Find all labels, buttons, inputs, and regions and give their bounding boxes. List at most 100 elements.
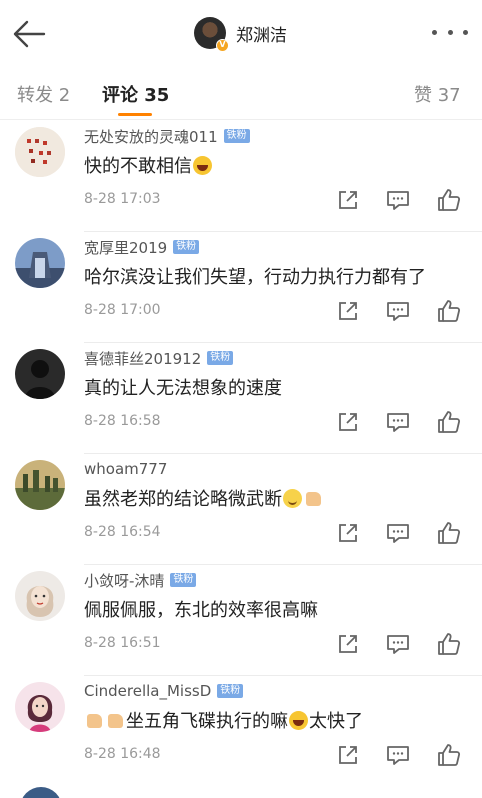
thumbs-up-emoji-icon — [85, 711, 104, 730]
comment-time: 8-28 16:54 — [84, 524, 161, 540]
thumb-shape — [87, 713, 102, 728]
username[interactable]: 喜德菲丝201912 — [84, 348, 201, 369]
fan-badge: 铁粉 — [217, 684, 244, 698]
tab-likes[interactable]: 赞 37 — [414, 81, 461, 107]
share-icon — [339, 302, 357, 320]
like-button[interactable] — [436, 631, 462, 657]
like-button[interactable] — [436, 187, 462, 213]
next-avatar-partial — [20, 787, 62, 798]
verified-badge: V — [216, 39, 229, 52]
thumbs-up-icon — [438, 300, 461, 322]
avatar[interactable] — [15, 682, 65, 732]
comment-icon — [387, 746, 409, 765]
username[interactable]: 小敛呀-沐晴 — [84, 570, 164, 591]
comment-item: 喜德菲丝201912 铁粉 真的让人无法想象的速度 8-28 16:58 — [0, 343, 482, 454]
like-button[interactable] — [436, 298, 462, 324]
thumbs-up-emoji-icon — [304, 489, 323, 508]
laugh-emoji-icon — [193, 155, 212, 175]
comment-item: Cinderella_MissD 铁粉 坐五角飞碟执行的嘛 太快了 8-28 1… — [0, 676, 482, 787]
like-button[interactable] — [436, 742, 462, 768]
comment-body: 真的让人无法想象的速度 — [84, 378, 282, 399]
comment-body: 虽然老郑的结论略微武断 — [84, 489, 282, 510]
thumbs-up-icon — [438, 189, 461, 211]
username[interactable]: 宽厚里2019 — [84, 237, 167, 258]
comment-time: 8-28 16:51 — [84, 635, 161, 651]
avatar-image — [15, 571, 65, 621]
share-button[interactable] — [335, 742, 361, 768]
thumb-shape — [108, 713, 123, 728]
username[interactable]: Cinderella_MissD — [84, 682, 211, 700]
post-author[interactable]: V 郑渊洁 — [194, 15, 287, 52]
like-button[interactable] — [436, 520, 462, 546]
comment-item: whoam777 虽然老郑的结论略微武断 8-28 16:54 — [0, 454, 482, 565]
thumb-shape — [306, 491, 321, 506]
comment-time: 8-28 16:48 — [84, 746, 161, 762]
avatar[interactable] — [15, 571, 65, 621]
more-dot — [463, 29, 468, 35]
share-button[interactable] — [335, 298, 361, 324]
comment-icon — [387, 635, 409, 654]
tab-bar: 转发 2 评论 35 赞 37 — [0, 66, 482, 120]
author-avatar[interactable]: V — [194, 17, 229, 52]
smile-emoji-icon — [283, 488, 302, 508]
reply-button[interactable] — [385, 298, 411, 324]
share-button[interactable] — [335, 409, 361, 435]
comment-body: 哈尔滨没让我们失望，行动力执行力都有了 — [84, 267, 426, 288]
thumbs-up-icon — [438, 633, 461, 655]
comment-text: 虽然老郑的结论略微武断 — [84, 485, 324, 511]
fan-badge: 铁粉 — [207, 351, 234, 365]
thumbs-up-icon — [438, 411, 461, 433]
avatar[interactable] — [15, 349, 65, 399]
share-icon — [339, 746, 357, 764]
more-dot — [447, 29, 453, 35]
username[interactable]: whoam777 — [84, 460, 167, 478]
comment-text: 真的让人无法想象的速度 — [84, 374, 282, 400]
comment-text: 坐五角飞碟执行的嘛 太快了 — [84, 707, 363, 733]
avatar[interactable] — [15, 238, 65, 288]
comment-item: 无处安放的灵魂011 铁粉 快的不敢相信 8-28 17:03 — [0, 121, 482, 232]
tab-comments[interactable]: 评论 35 — [102, 81, 169, 107]
comment-item: 小敛呀-沐晴 铁粉 佩服佩服，东北的效率很高嘛 8-28 16:51 — [0, 565, 482, 676]
comment-body: 坐五角飞碟执行的嘛 — [126, 711, 288, 732]
comment-item: 宽厚里2019 铁粉 哈尔滨没让我们失望，行动力执行力都有了 8-28 17:0… — [0, 232, 482, 343]
share-icon — [339, 191, 357, 209]
comment-text: 佩服佩服，东北的效率很高嘛 — [84, 596, 318, 622]
back-button[interactable] — [10, 14, 50, 54]
share-button[interactable] — [335, 631, 361, 657]
avatar-image — [15, 238, 65, 288]
comment-body: 快的不敢相信 — [84, 156, 192, 177]
comment-body-tail: 太快了 — [309, 711, 363, 732]
avatar[interactable] — [15, 460, 65, 510]
share-icon — [339, 635, 357, 653]
comment-time: 8-28 16:58 — [84, 413, 161, 429]
tab-reposts[interactable]: 转发 2 — [17, 81, 70, 107]
more-button[interactable] — [432, 22, 468, 42]
like-button[interactable] — [436, 409, 462, 435]
header-bar: V 郑渊洁 — [0, 0, 482, 66]
comment-body: 佩服佩服，东北的效率很高嘛 — [84, 600, 318, 621]
comment-icon — [387, 191, 409, 210]
avatar-image — [15, 349, 65, 399]
page-title: 郑渊洁 — [236, 25, 287, 46]
comment-list: 无处安放的灵魂011 铁粉 快的不敢相信 8-28 17:03 宽厚里2019 … — [0, 121, 482, 787]
avatar-image — [15, 127, 65, 177]
thumbs-up-icon — [438, 522, 461, 544]
reply-button[interactable] — [385, 409, 411, 435]
fan-badge: 铁粉 — [173, 240, 200, 254]
comment-time: 8-28 17:03 — [84, 191, 161, 207]
active-tab-indicator — [118, 113, 152, 116]
thumbs-up-icon — [438, 744, 461, 766]
comment-icon — [387, 302, 409, 321]
reply-button[interactable] — [385, 520, 411, 546]
reply-button[interactable] — [385, 187, 411, 213]
share-button[interactable] — [335, 187, 361, 213]
fan-badge: 铁粉 — [170, 573, 197, 587]
share-button[interactable] — [335, 520, 361, 546]
comment-icon — [387, 413, 409, 432]
reply-button[interactable] — [385, 742, 411, 768]
username[interactable]: 无处安放的灵魂011 — [84, 126, 218, 147]
avatar[interactable] — [15, 127, 65, 177]
comment-text: 哈尔滨没让我们失望，行动力执行力都有了 — [84, 263, 426, 289]
arrow-left-icon — [13, 20, 46, 48]
reply-button[interactable] — [385, 631, 411, 657]
